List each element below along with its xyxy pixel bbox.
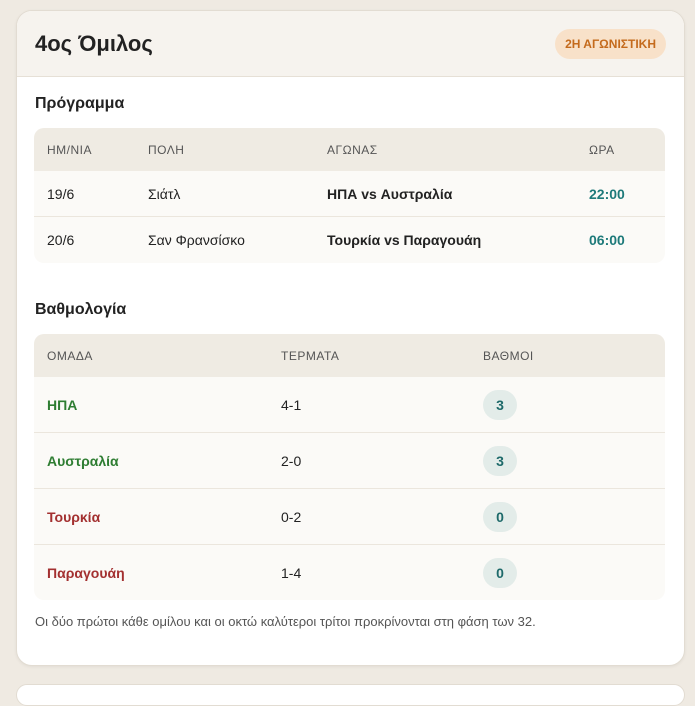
table-row: Αυστραλία 2-0 3	[34, 433, 665, 489]
match-city: Σαν Φρανσίσκο	[148, 231, 245, 248]
next-card-edge	[16, 684, 685, 706]
standings-title: Βαθμολογία	[35, 301, 127, 318]
team-name: Τουρκία	[47, 508, 101, 525]
header-time: ΩΡΑ	[589, 142, 615, 157]
qualification-note: Οι δύο πρώτοι κάθε ομίλου και οι οκτώ κα…	[35, 614, 536, 629]
team-name: Αυστραλία	[47, 452, 119, 469]
match-time: 06:00	[589, 231, 625, 248]
schedule-table: ΗΜ/ΝΙΑ ΠΟΛΗ ΑΓΩΝΑΣ ΩΡΑ 19/6 Σιάτλ ΗΠΑ vs…	[34, 128, 665, 263]
points-badge: 0	[483, 557, 517, 588]
header-match: ΑΓΩΝΑΣ	[327, 142, 378, 157]
schedule-section: Πρόγραμμα	[17, 95, 124, 113]
team-goals: 1-4	[281, 564, 302, 581]
points-badge: 3	[483, 389, 517, 420]
match-time: 22:00	[589, 185, 625, 202]
schedule-title: Πρόγραμμα	[35, 95, 125, 112]
matchday-badge: 2Η ΑΓΩΝΙΣΤΙΚΗ	[555, 28, 666, 59]
group-header: 4ος Όμιλος 2Η ΑΓΩΝΙΣΤΙΚΗ	[17, 11, 684, 77]
team-name: ΗΠΑ	[47, 396, 78, 413]
table-row: 19/6 Σιάτλ ΗΠΑ vs Αυστραλία 22:00	[34, 171, 665, 217]
team-goals: 4-1	[281, 396, 302, 413]
group-title: 4ος Όμιλος	[35, 30, 153, 56]
header-city: ΠΟΛΗ	[148, 142, 185, 157]
header-goals: ΤΕΡΜΑΤΑ	[281, 348, 340, 363]
points-badge: 0	[483, 501, 517, 532]
match-date: 20/6	[47, 231, 75, 248]
team-goals: 0-2	[281, 508, 302, 525]
header-points: ΒΑΘΜΟΙ	[483, 348, 534, 363]
standings-table: ΟΜΑΔΑ ΤΕΡΜΑΤΑ ΒΑΘΜΟΙ ΗΠΑ 4-1 3 Αυστραλία…	[34, 334, 665, 600]
schedule-header-row: ΗΜ/ΝΙΑ ΠΟΛΗ ΑΓΩΝΑΣ ΩΡΑ	[34, 128, 665, 171]
match-date: 19/6	[47, 185, 75, 202]
match-city: Σιάτλ	[148, 185, 181, 202]
header-team: ΟΜΑΔΑ	[47, 348, 93, 363]
points-badge: 3	[483, 445, 517, 476]
match-teams: Τουρκία vs Παραγουάη	[327, 231, 482, 248]
table-row: Τουρκία 0-2 0	[34, 489, 665, 545]
standings-section: Βαθμολογία	[17, 301, 126, 319]
table-row: 20/6 Σαν Φρανσίσκο Τουρκία vs Παραγουάη …	[34, 217, 665, 262]
table-row: ΗΠΑ 4-1 3	[34, 377, 665, 433]
team-name: Παραγουάη	[47, 564, 125, 581]
team-goals: 2-0	[281, 452, 302, 469]
table-row: Παραγουάη 1-4 0	[34, 545, 665, 600]
standings-header-row: ΟΜΑΔΑ ΤΕΡΜΑΤΑ ΒΑΘΜΟΙ	[34, 334, 665, 377]
group-card: 4ος Όμιλος 2Η ΑΓΩΝΙΣΤΙΚΗ Πρόγραμμα ΗΜ/ΝΙ…	[16, 10, 685, 666]
header-date: ΗΜ/ΝΙΑ	[47, 142, 92, 157]
match-teams: ΗΠΑ vs Αυστραλία	[327, 185, 453, 202]
